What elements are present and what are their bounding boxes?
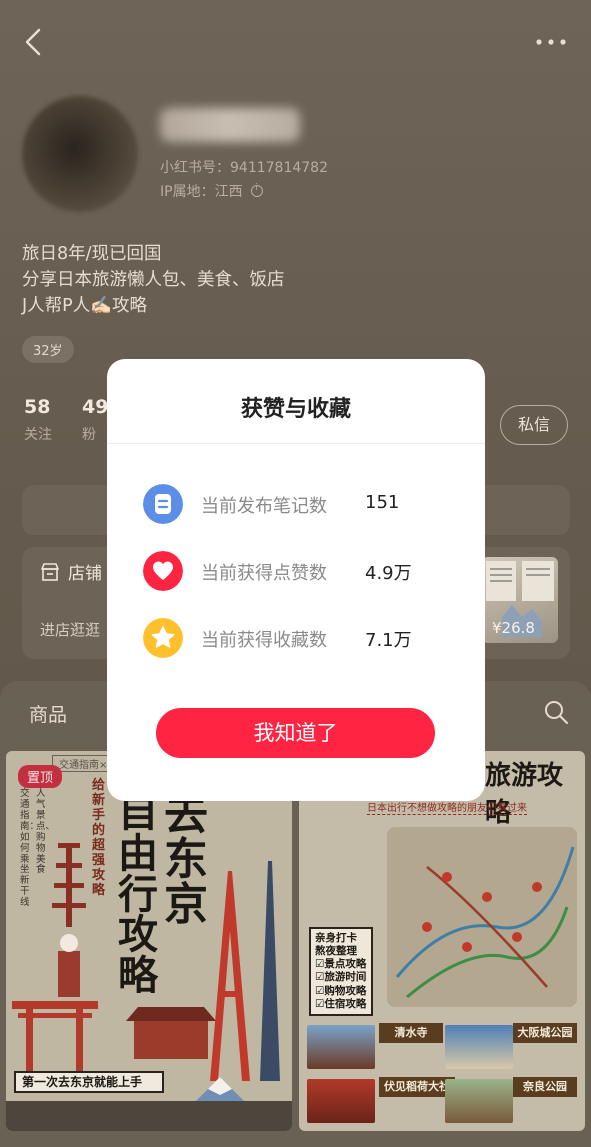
row-label: 当前获得点赞数 (201, 563, 327, 584)
row-label: 当前获得收藏数 (201, 630, 327, 651)
map-illustration (395, 846, 575, 999)
cover-subtitle: 日本出行不想做攻略的朋友们看过来 (367, 799, 527, 815)
stat-following[interactable]: 58 关注 (24, 396, 84, 444)
checklist-item: ☑景点攻略 (315, 958, 367, 971)
store-icon (41, 563, 59, 581)
store-product-thumbnail[interactable]: ¥26.8 (482, 557, 558, 643)
cover-map (387, 827, 577, 1007)
dialog-divider (107, 443, 485, 444)
cover-bottom-band (6, 1101, 292, 1131)
bio-line: 分享日本旅游懒人包、美食、饭店 (22, 270, 285, 290)
age-tag: 32岁 (22, 336, 74, 363)
row-label: 当前发布笔记数 (201, 496, 327, 517)
collections-count-row: 当前获得收藏数 7.1万 (143, 618, 463, 658)
bio-line: 旅日8年/现已回国 (22, 244, 162, 264)
store-label: 店铺 (68, 564, 102, 584)
ip-location: IP属地：江西 (160, 181, 263, 201)
star-icon (143, 618, 183, 658)
nickname-blurred (160, 108, 300, 142)
heart-icon (143, 551, 183, 591)
spot-label: 清水寺 (379, 1023, 443, 1043)
product-card-japan-map-guide[interactable]: 旅游攻略 日本出行不想做攻略的朋友们看过来 亲身打卡 熬夜整理 ☑景点攻略 ☑旅… (299, 751, 585, 1131)
user-id: 小红书号：94117814782 (160, 160, 328, 176)
note-icon (143, 484, 183, 524)
top-bar (0, 0, 591, 90)
spot-photo (307, 1025, 375, 1069)
got-it-button[interactable]: 我知道了 (156, 708, 435, 758)
checklist-item: 亲身打卡 (315, 932, 357, 944)
spot-photo (307, 1079, 375, 1123)
row-value: 4.9万 (365, 563, 412, 584)
notes-count-row: 当前发布笔记数 151 (143, 484, 463, 524)
stat-value: 58 (24, 396, 51, 418)
more-options-icon[interactable] (531, 28, 571, 56)
bio-line: J人帮P人✍🏻攻略 (22, 296, 148, 316)
likes-and-collections-dialog: 获赞与收藏 当前发布笔记数 151 当前获得点赞数 4.9万 当前获得收藏数 7… (107, 359, 485, 801)
row-value: 151 (365, 492, 400, 513)
spot-photo (445, 1079, 513, 1123)
back-arrow-icon[interactable] (18, 26, 50, 58)
spot-photo (445, 1025, 513, 1069)
tab-products[interactable]: 商品 (29, 700, 67, 727)
dialog-title: 获赞与收藏 (240, 397, 351, 422)
message-button[interactable]: 私信 (500, 405, 568, 445)
bio: 旅日8年/现已回国 分享日本旅游懒人包、美食、饭店 J人帮P人✍🏻攻略 (22, 241, 285, 319)
spot-label: 奈良公园 (513, 1077, 577, 1097)
cover-checklist: 亲身打卡 熬夜整理 ☑景点攻略 ☑旅游时间 ☑购物攻略 ☑住宿攻略 (309, 927, 373, 1016)
checklist-item: 熬夜整理 (315, 945, 357, 958)
likes-count-row: 当前获得点赞数 4.9万 (143, 551, 463, 591)
checklist-item: ☑住宿攻略 (315, 997, 367, 1010)
product-card-tokyo-guide[interactable]: 交通指南×打 置顶 交通指南：如何乘坐新干线 人气景点、购物美食 给新手的超强攻… (6, 751, 292, 1131)
row-value: 7.1万 (365, 630, 412, 651)
checklist-item: ☑购物攻略 (315, 984, 367, 997)
ip-location-text: IP属地：江西 (160, 184, 243, 200)
info-icon[interactable] (250, 183, 263, 197)
search-icon[interactable] (543, 699, 569, 725)
product-price: ¥26.8 (492, 619, 535, 637)
stat-label: 关注 (24, 427, 52, 443)
spot-label: 大阪城公园 (513, 1023, 577, 1043)
avatar[interactable] (22, 96, 138, 212)
enter-store-link[interactable]: 进店逛逛 (40, 619, 100, 640)
cover-banner: 第一次去东京就能上手 (14, 1071, 164, 1093)
checklist-item: ☑旅游时间 (315, 971, 367, 984)
cover-title: 旅游攻略 (485, 761, 564, 828)
spot-label: 伏见稻荷大社 (379, 1077, 455, 1097)
